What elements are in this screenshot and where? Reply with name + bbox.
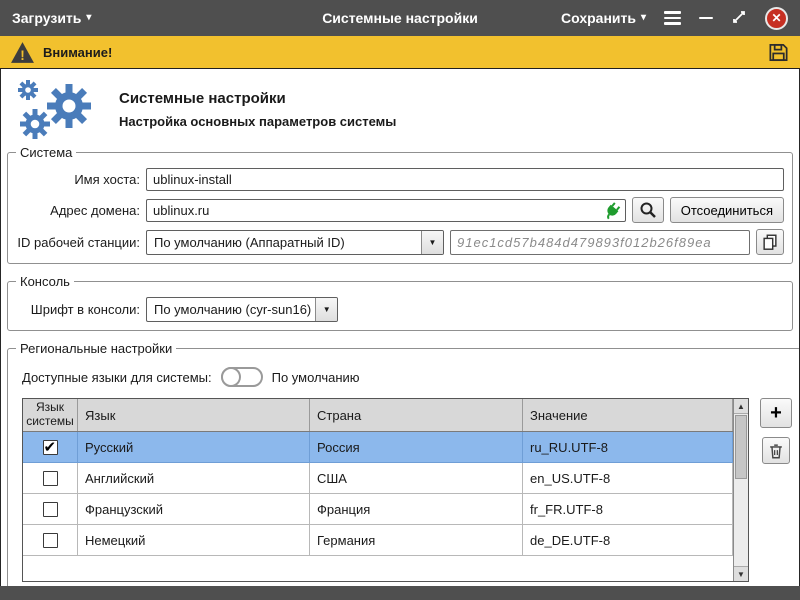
cell-language: Французский — [78, 494, 310, 524]
page-title: Системные настройки — [119, 90, 396, 107]
search-domain-button[interactable] — [632, 197, 664, 223]
scrollbar-thumb[interactable] — [735, 415, 747, 479]
load-menu-label: Загрузить — [12, 10, 81, 26]
cell-value: ru_RU.UTF-8 — [523, 432, 733, 462]
chevron-down-icon: ▼ — [315, 298, 337, 321]
minimize-button[interactable] — [699, 17, 713, 20]
station-id-select[interactable]: По умолчанию (Аппаратный ID) ▼ — [146, 230, 444, 255]
table-row[interactable]: Немецкий Германия de_DE.UTF-8 — [23, 525, 733, 556]
trash-icon — [767, 442, 785, 460]
maximize-button[interactable] — [731, 9, 747, 28]
expand-icon — [731, 9, 747, 25]
languages-table: Язык системы Язык Страна Значение Русски… — [22, 398, 749, 582]
cell-language: Русский — [78, 432, 310, 462]
table-row[interactable]: Русский Россия ru_RU.UTF-8 — [23, 432, 733, 463]
console-section: Консоль Шрифт в консоли: По умолчанию (c… — [7, 274, 793, 331]
copy-icon — [761, 233, 779, 251]
column-header-language: Язык — [78, 399, 310, 431]
system-section: Система Имя хоста: Адрес домена: — [7, 145, 793, 264]
floppy-disk-icon — [767, 41, 790, 64]
cell-country: Германия — [310, 525, 523, 555]
regional-legend: Региональные настройки — [16, 341, 176, 356]
scroll-up-button[interactable]: ▲ — [734, 399, 748, 414]
cell-country: США — [310, 463, 523, 493]
default-languages-toggle[interactable] — [221, 367, 263, 387]
close-button[interactable]: ✕ — [765, 7, 788, 30]
save-menu-label: Сохранить — [561, 10, 636, 26]
page-subtitle: Настройка основных параметров системы — [119, 114, 396, 129]
cell-language: Английский — [78, 463, 310, 493]
search-icon — [639, 201, 657, 219]
column-header-value: Значение — [523, 399, 733, 431]
table-header-row: Язык системы Язык Страна Значение — [23, 399, 733, 432]
table-row[interactable]: Английский США en_US.UTF-8 — [23, 463, 733, 494]
chevron-down-icon: ▾ — [86, 13, 91, 23]
cell-value: fr_FR.UTF-8 — [523, 494, 733, 524]
station-id-value-field — [450, 230, 750, 255]
console-font-select[interactable]: По умолчанию (cyr-sun16) ▼ — [146, 297, 338, 322]
chevron-down-icon: ▼ — [421, 231, 443, 254]
toggle-state-label: По умолчанию — [272, 370, 360, 385]
column-header-system-language: Язык системы — [23, 399, 78, 431]
hostname-label: Имя хоста: — [16, 172, 140, 187]
save-settings-button[interactable] — [767, 41, 790, 64]
system-legend: Система — [16, 145, 76, 160]
chevron-down-icon: ▾ — [641, 13, 646, 23]
bottom-status-bar — [0, 586, 800, 600]
disconnect-button[interactable]: Отсоединиться — [670, 197, 784, 223]
save-menu-button[interactable]: Сохранить ▾ — [561, 10, 646, 26]
main-content: Системные настройки Настройка основных п… — [0, 69, 800, 586]
warning-triangle-icon: ! — [10, 41, 35, 64]
cell-value: en_US.UTF-8 — [523, 463, 733, 493]
domain-label: Адрес домена: — [16, 203, 140, 218]
connected-plug-icon — [603, 202, 621, 223]
row-checkbox[interactable] — [43, 440, 58, 455]
cell-country: Франция — [310, 494, 523, 524]
svg-text:!: ! — [20, 47, 25, 62]
table-scrollbar[interactable]: ▲ ▼ — [733, 399, 748, 581]
add-language-button[interactable]: + — [760, 398, 792, 428]
titlebar: Системные настройки Загрузить ▾ Сохранит… — [0, 0, 800, 36]
table-row[interactable]: Французский Франция fr_FR.UTF-8 — [23, 494, 733, 525]
row-checkbox[interactable] — [43, 533, 58, 548]
cell-value: de_DE.UTF-8 — [523, 525, 733, 555]
hostname-input[interactable] — [146, 168, 784, 191]
warning-bar: ! Внимание! — [0, 36, 800, 69]
delete-language-button[interactable] — [762, 437, 790, 464]
row-checkbox[interactable] — [43, 502, 58, 517]
station-id-selected-value: По умолчанию (Аппаратный ID) — [154, 235, 345, 250]
warning-text: Внимание! — [43, 45, 112, 60]
column-header-country: Страна — [310, 399, 523, 431]
console-font-label: Шрифт в консоли: — [16, 302, 140, 317]
scroll-down-button[interactable]: ▼ — [734, 566, 748, 581]
console-legend: Консоль — [16, 274, 74, 289]
available-languages-label: Доступные языки для системы: — [22, 370, 212, 385]
app-header: Системные настройки Настройка основных п… — [11, 79, 799, 139]
cell-language: Немецкий — [78, 525, 310, 555]
cell-country: Россия — [310, 432, 523, 462]
station-id-label: ID рабочей станции: — [16, 235, 140, 250]
copy-id-button[interactable] — [756, 229, 784, 255]
domain-input[interactable] — [146, 199, 626, 222]
gears-icon — [11, 79, 103, 139]
load-menu-button[interactable]: Загрузить ▾ — [12, 10, 91, 26]
console-font-selected-value: По умолчанию (cyr-sun16) — [154, 302, 311, 317]
row-checkbox[interactable] — [43, 471, 58, 486]
regional-section: Региональные настройки Доступные языки д… — [7, 341, 800, 586]
hamburger-menu-icon[interactable] — [664, 8, 681, 28]
